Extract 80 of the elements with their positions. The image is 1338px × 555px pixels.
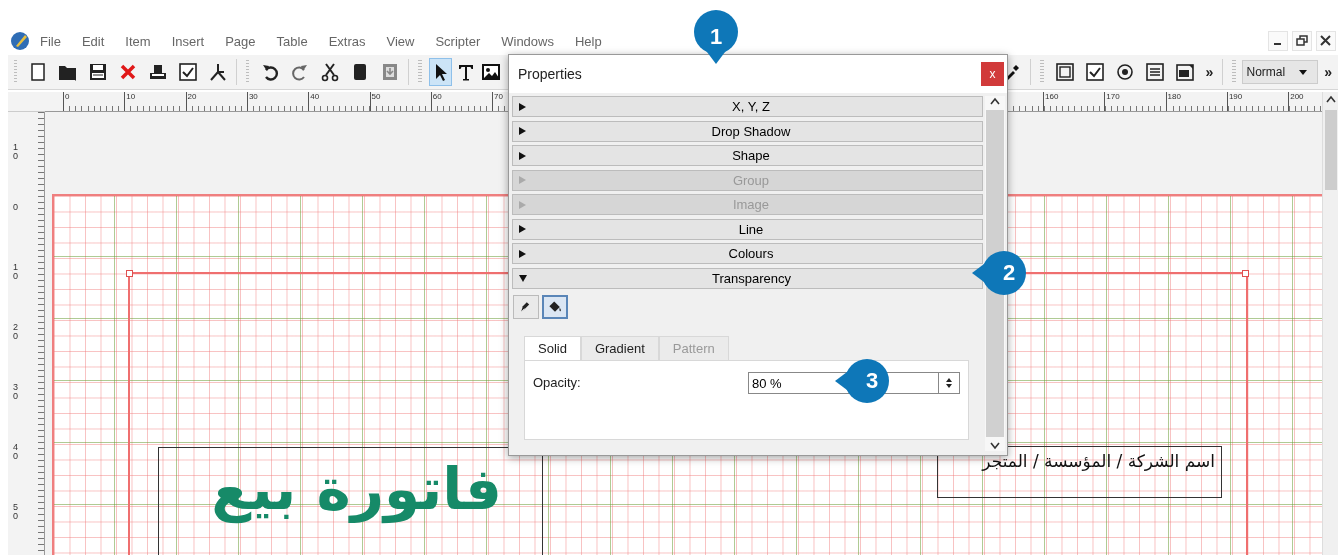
fill-mode-button[interactable] <box>542 295 568 319</box>
section-header[interactable]: Line <box>512 218 983 240</box>
checkbox-field-icon[interactable] <box>1084 62 1105 82</box>
expanded-arrow-icon <box>519 274 527 282</box>
section-label: Drop Shadow <box>710 123 792 139</box>
menu-item[interactable]: Extras <box>328 33 366 49</box>
guide-handle[interactable] <box>126 270 133 277</box>
menu-item[interactable]: Item <box>125 33 151 49</box>
ruler-label: 50 <box>13 503 18 523</box>
opacity-label: Opacity: <box>533 375 581 390</box>
collapsed-arrow-icon <box>519 200 526 209</box>
pdf-icon[interactable] <box>208 62 229 82</box>
caret-icon <box>1298 67 1309 77</box>
button-field-icon[interactable] <box>1054 62 1075 82</box>
collapsed-arrow-icon <box>519 151 526 160</box>
fill-mode-button[interactable] <box>513 295 539 319</box>
ruler-label: 10 <box>13 263 18 283</box>
print-icon[interactable] <box>148 62 169 82</box>
ruler-label: 20 <box>13 323 18 343</box>
company-name-text: اسم الشركة / المؤسسة / المتجر <box>982 451 1215 471</box>
checkbox-icon[interactable] <box>178 62 199 82</box>
spin-button[interactable] <box>938 372 960 394</box>
spin-arrows-icon <box>944 376 954 390</box>
undo-icon[interactable] <box>260 62 281 82</box>
menu-item[interactable]: Windows <box>501 33 554 49</box>
collapsed-arrow-icon <box>519 102 526 111</box>
tool-button[interactable] <box>428 58 453 86</box>
section-header[interactable]: Shape <box>512 145 983 166</box>
menu-item[interactable]: Insert <box>171 33 205 49</box>
section-header[interactable]: Colours <box>512 243 983 264</box>
ruler-label: 30 <box>13 383 18 403</box>
toolbar-overflow[interactable]: » <box>1205 64 1214 80</box>
ruler-label: 10 <box>13 143 18 163</box>
scroll-up-icon[interactable] <box>1324 94 1337 104</box>
vertical-scrollbar[interactable] <box>1322 92 1338 555</box>
menu-item[interactable]: File <box>40 33 61 49</box>
menu-item[interactable]: Table <box>276 33 308 49</box>
ruler-label: 0 <box>13 203 18 214</box>
section-label: Transparency <box>711 270 792 286</box>
collapsed-arrow-icon <box>519 176 526 184</box>
dialog-scrollbar[interactable] <box>985 96 1005 451</box>
guide-handle[interactable] <box>1242 270 1249 277</box>
section-label: Image <box>731 197 771 212</box>
menu-item[interactable]: Help <box>574 33 602 49</box>
section-label: Line <box>737 221 765 237</box>
collapsed-arrow-icon <box>519 225 526 233</box>
scroll-up-icon[interactable] <box>989 96 1001 106</box>
image-frame-icon <box>481 62 502 82</box>
section-header[interactable]: Transparency <box>512 267 983 289</box>
style-dropdown[interactable]: Normal <box>1241 60 1319 84</box>
scroll-down-icon[interactable] <box>989 441 1001 451</box>
menu-item[interactable]: Page <box>225 33 256 49</box>
section-label: Colours <box>727 246 775 261</box>
section-label: Shape <box>731 148 771 163</box>
collapsed-arrow-icon <box>519 249 526 258</box>
toolbar-overflow[interactable]: » <box>1324 64 1332 80</box>
section-header[interactable]: Drop Shadow <box>512 120 983 142</box>
close-button[interactable]: x <box>981 62 1004 86</box>
menu-item[interactable]: View <box>386 33 415 49</box>
tab[interactable]: Solid <box>524 336 581 360</box>
section-label: Group <box>731 172 771 188</box>
scissors-icon[interactable] <box>320 62 341 82</box>
tab[interactable]: Gradient <box>580 336 659 360</box>
menu-item[interactable]: Edit <box>81 33 105 49</box>
close-icon[interactable] <box>1316 31 1336 51</box>
app-logo-icon <box>10 31 30 51</box>
section-header[interactable]: X, Y, Z <box>512 96 983 117</box>
save-icon[interactable] <box>88 62 109 82</box>
scrollbar-thumb[interactable] <box>1324 110 1337 190</box>
minimize-icon[interactable] <box>1268 31 1288 51</box>
dialog-title: Properties <box>518 66 582 82</box>
restore-icon[interactable] <box>1292 31 1312 51</box>
ruler-label: 40 <box>13 443 18 463</box>
invoice-title: فاتورة بيع <box>211 454 502 526</box>
menu-item[interactable]: Scripter <box>435 33 481 49</box>
section-label: X, Y, Z <box>731 99 771 114</box>
collapsed-arrow-icon <box>519 127 526 135</box>
radio-field-icon[interactable] <box>1114 62 1135 82</box>
combo-field-icon[interactable] <box>1174 62 1195 82</box>
list-field-icon[interactable] <box>1144 62 1165 82</box>
